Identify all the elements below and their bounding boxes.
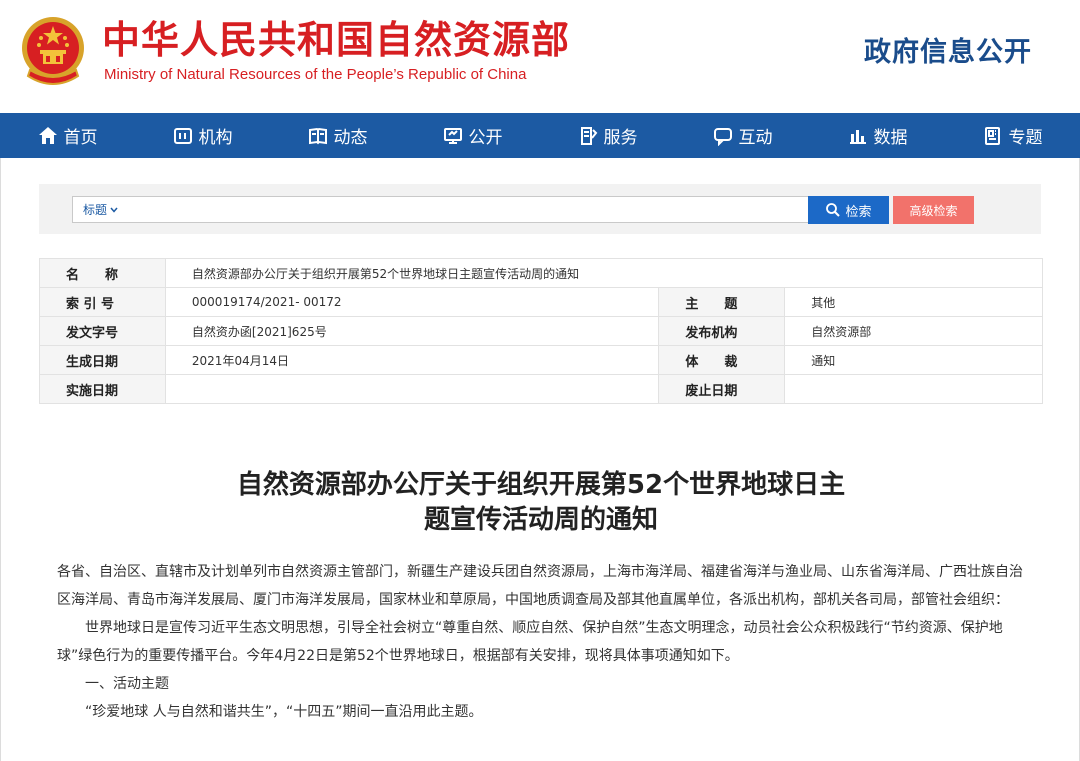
site-subtitle: Ministry of Natural Resources of the Peo… [104, 66, 527, 83]
nav-item-label: 服务 [603, 128, 638, 148]
book-icon [308, 127, 327, 144]
subject-value: 其他 [784, 287, 1043, 317]
table-row: 生成日期 2021年04月14日 体 裁 通知 [39, 345, 1043, 375]
article-heading: 一、活动主题 [85, 676, 169, 692]
search-button-label: 检索 [845, 204, 872, 220]
article-paragraph: 世界地球日是宣传习近平生态文明思想，引导全社会树立“尊重自然、顺应自然、保护自然… [57, 620, 1003, 664]
advanced-search-button[interactable]: 高级检索 [893, 196, 974, 224]
search-button[interactable]: 检索 [808, 196, 889, 224]
article-title-line: 题宣传活动周的通知 [423, 505, 658, 535]
index-value: 000019174/2021- 00172 [164, 287, 660, 317]
main-content: 标题 检索 高级检索 名 称 自然资源部办公厅关于组织开展第52个世界地球日主题… [0, 158, 1080, 761]
table-row: 名 称 自然资源部办公厅关于组织开展第52个世界地球日主题宣传活动周的通知 [39, 258, 1044, 288]
search-field-select[interactable]: 标题 [83, 201, 118, 218]
genre-label: 体 裁 [658, 345, 786, 375]
document-edit-icon [580, 126, 597, 145]
bar-chart-icon [849, 129, 866, 144]
article-paragraph: “珍爱地球 人与自然和谐共生”，“十四五”期间一直沿用此主题。 [85, 704, 483, 720]
genre-value: 通知 [784, 345, 1043, 375]
national-emblem-icon [22, 17, 84, 85]
doc-no-value: 自然资办函[2021]625号 [164, 316, 660, 346]
effective-date-label: 实施日期 [39, 374, 166, 404]
chat-icon [713, 127, 732, 146]
chevron-down-icon [110, 207, 118, 213]
topic-icon [984, 126, 1000, 145]
site-title: 中华人民共和国自然资源部 [102, 18, 571, 62]
nav-item-news[interactable]: 动态 [270, 113, 405, 158]
expiry-date-value [784, 374, 1043, 404]
article-title: 自然资源部办公厅关于组织开展第52个世界地球日主 题宣传活动周的通知 [1, 468, 1080, 538]
subject-label: 主 题 [658, 287, 786, 317]
nav-item-data[interactable]: 数据 [810, 113, 945, 158]
search-bar: 标题 检索 高级检索 [39, 184, 1041, 234]
home-icon [38, 126, 57, 144]
date-label: 生成日期 [39, 345, 166, 375]
monitor-icon [443, 127, 462, 144]
nav-item-label: 专题 [1008, 128, 1043, 148]
name-value: 自然资源部办公厅关于组织开展第52个世界地球日主题宣传活动周的通知 [164, 258, 1044, 288]
site-header: 中华人民共和国自然资源部 Ministry of Natural Resourc… [0, 0, 1080, 113]
nav-item-label: 动态 [333, 128, 368, 148]
nav-item-label: 互动 [738, 128, 773, 148]
index-label: 索 引 号 [39, 287, 166, 317]
nav-item-home[interactable]: 首页 [0, 113, 135, 158]
nav-item-label: 首页 [63, 128, 98, 148]
table-row: 实施日期 废止日期 [39, 374, 1043, 404]
nav-item-label: 机构 [198, 128, 233, 148]
main-nav: 首页 机构 动态 公开 服务 互动 数据 专题 [0, 113, 1080, 158]
nav-item-label: 公开 [468, 128, 503, 148]
nav-item-public[interactable]: 公开 [405, 113, 540, 158]
article-title-line: 自然资源部办公厅关于组织开展第52个世界地球日主 [236, 470, 846, 500]
article-body: 各省、自治区、直辖市及计划单列市自然资源主管部门，新疆生产建设兵团自然资源局，上… [57, 558, 1025, 726]
nav-item-topics[interactable]: 专题 [945, 113, 1080, 158]
publisher-value: 自然资源部 [784, 316, 1043, 346]
table-row: 发文字号 自然资办函[2021]625号 发布机构 自然资源部 [39, 316, 1043, 346]
article-paragraph: 各省、自治区、直辖市及计划单列市自然资源主管部门，新疆生产建设兵团自然资源局，上… [57, 564, 1023, 608]
nav-item-label: 数据 [873, 128, 908, 148]
search-input[interactable]: 标题 [72, 196, 840, 223]
nav-item-service[interactable]: 服务 [540, 113, 675, 158]
search-field-value: 标题 [83, 203, 108, 217]
table-row: 索 引 号 000019174/2021- 00172 主 题 其他 [39, 287, 1043, 317]
organization-icon [173, 127, 192, 144]
effective-date-value [164, 374, 660, 404]
name-label: 名 称 [39, 258, 166, 288]
publisher-label: 发布机构 [658, 316, 786, 346]
doc-no-label: 发文字号 [39, 316, 166, 346]
document-metadata-table: 名 称 自然资源部办公厅关于组织开展第52个世界地球日主题宣传活动周的通知 索 … [39, 258, 1044, 404]
search-icon [826, 203, 841, 217]
nav-item-organization[interactable]: 机构 [135, 113, 270, 158]
date-value: 2021年04月14日 [164, 345, 660, 375]
gov-info-title[interactable]: 政府信息公开 [864, 30, 1032, 69]
expiry-date-label: 废止日期 [658, 374, 786, 404]
nav-item-interaction[interactable]: 互动 [675, 113, 810, 158]
